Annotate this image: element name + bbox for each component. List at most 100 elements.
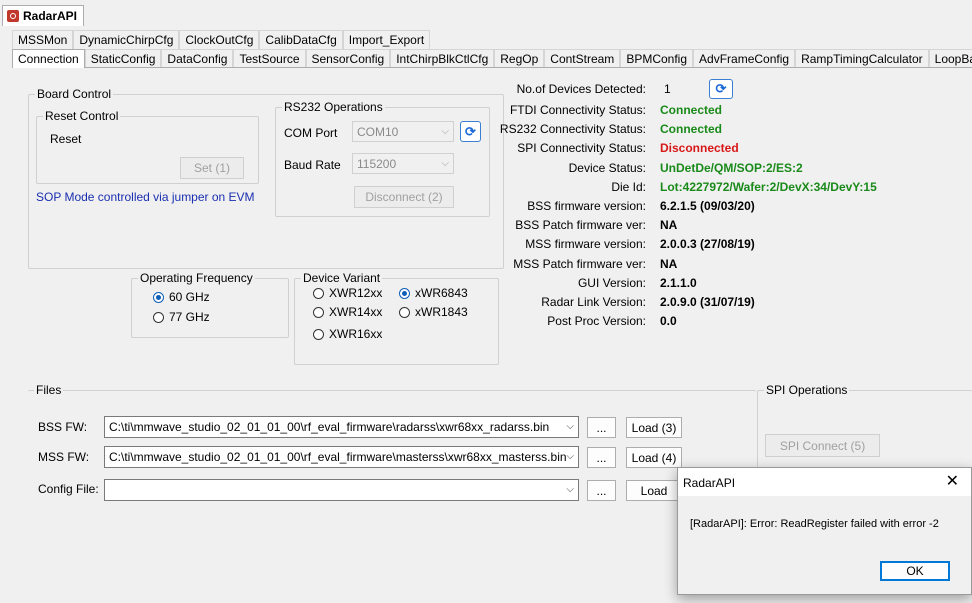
chevron-down-icon: ⌵ xyxy=(566,483,574,495)
disconnect-button[interactable]: Disconnect (2) xyxy=(354,186,454,208)
tab-dataconfig[interactable]: DataConfig xyxy=(161,49,234,68)
reset-control-title: Reset Control xyxy=(43,109,121,123)
board-control-title: Board Control xyxy=(35,87,114,101)
spi-operations-title: SPI Operations xyxy=(764,383,850,397)
status-value: 2.1.1.0 xyxy=(660,275,697,290)
radio-60ghz-label: 60 GHz xyxy=(169,290,210,304)
status-value: Connected xyxy=(660,122,723,137)
bss-fw-select[interactable]: C:\ti\mmwave_studio_02_01_01_00\rf_eval_… xyxy=(104,416,579,438)
status-value: Lot:4227972/Wafer:2/DevX:34/DevY:15 xyxy=(660,179,877,194)
com-refresh-button[interactable]: ⟳ xyxy=(460,121,481,142)
radio-xwr16xx-label: XWR16xx xyxy=(329,327,383,341)
radio-unselected-icon xyxy=(399,306,410,318)
device-variant-title: Device Variant xyxy=(301,271,383,285)
dialog-title: RadarAPI xyxy=(683,476,736,490)
ok-button[interactable]: OK xyxy=(880,561,950,581)
mss-fw-label: MSS FW: xyxy=(38,450,90,464)
radio-selected-icon xyxy=(153,291,164,303)
status-value: 2.0.0.3 (27/08/19) xyxy=(660,237,755,252)
radio-xwr14xx[interactable]: XWR14xx xyxy=(313,305,382,319)
radio-unselected-icon xyxy=(153,311,164,323)
radio-77ghz-label: 77 GHz xyxy=(169,310,210,324)
radio-77ghz[interactable]: 77 GHz xyxy=(153,310,210,324)
radio-unselected-icon xyxy=(313,287,324,299)
radio-unselected-icon xyxy=(313,306,324,318)
mss-fw-select[interactable]: C:\ti\mmwave_studio_02_01_01_00\rf_eval_… xyxy=(104,446,579,468)
tab-mssmon[interactable]: MSSMon xyxy=(12,30,74,49)
config-file-label: Config File: xyxy=(38,482,99,496)
bss-fw-label: BSS FW: xyxy=(38,420,88,434)
tab-regop[interactable]: RegOp xyxy=(494,49,545,68)
bss-load-button[interactable]: Load (3) xyxy=(626,417,682,438)
status-key: GUI Version: xyxy=(577,275,646,290)
close-icon[interactable]: ✕ xyxy=(946,471,959,491)
status-key: Post Proc Version: xyxy=(547,314,646,329)
mss-fw-path: C:\ti\mmwave_studio_02_01_01_00\rf_eval_… xyxy=(109,450,567,464)
radio-xwr1843-label: xWR1843 xyxy=(415,305,468,319)
tab-bpmconfig[interactable]: BPMConfig xyxy=(620,49,694,68)
radio-60ghz[interactable]: 60 GHz xyxy=(153,290,210,304)
files-title: Files xyxy=(34,383,64,397)
spi-connect-button[interactable]: SPI Connect (5) xyxy=(765,434,880,457)
sop-note: SOP Mode controlled via jumper on EVM xyxy=(36,190,255,204)
chevron-down-icon: ⌵ xyxy=(441,125,449,137)
config-file-select[interactable]: ⌵ xyxy=(104,479,579,501)
dialog-title-bar: RadarAPI ✕ xyxy=(678,468,971,496)
status-value: UnDetDe/QM/SOP:2/ES:2 xyxy=(660,160,803,175)
com-port-label: COM Port xyxy=(284,126,338,140)
tab-staticconfig[interactable]: StaticConfig xyxy=(84,49,162,68)
tab-contstream[interactable]: ContStream xyxy=(544,49,621,68)
app-tab[interactable]: RadarAPI xyxy=(2,5,85,26)
tab-intchirpblkctlcfg[interactable]: IntChirpBlkCtlCfg xyxy=(390,49,495,68)
config-browse-button[interactable]: ... xyxy=(587,480,616,501)
mss-browse-button[interactable]: ... xyxy=(587,447,616,468)
refresh-icon: ⟳ xyxy=(465,123,476,139)
app-tab-title: RadarAPI xyxy=(23,9,78,23)
tab-connection[interactable]: Connection xyxy=(12,49,85,68)
tab-calibdatacfg[interactable]: CalibDataCfg xyxy=(259,30,343,49)
operating-frequency-group: Operating Frequency xyxy=(131,271,289,338)
bss-fw-path: C:\ti\mmwave_studio_02_01_01_00\rf_eval_… xyxy=(109,420,550,434)
baud-rate-select[interactable]: 115200 ⌵ xyxy=(352,153,454,174)
tab-sensorconfig[interactable]: SensorConfig xyxy=(305,49,391,68)
tab-ramptimingcalculator[interactable]: RampTimingCalculator xyxy=(795,49,929,68)
status-key: BSS firmware version: xyxy=(527,199,646,213)
com-port-value: COM10 xyxy=(357,124,399,139)
mss-load-button[interactable]: Load (4) xyxy=(626,447,682,468)
tab-row-2: Connection StaticConfig DataConfig TestS… xyxy=(12,49,972,68)
config-load-button[interactable]: Load xyxy=(626,480,682,501)
status-key: BSS Patch firmware ver: xyxy=(515,218,646,233)
baud-rate-label: Baud Rate xyxy=(284,158,341,172)
status-key: Radar Link Version: xyxy=(541,295,646,309)
set-button[interactable]: Set (1) xyxy=(180,157,244,179)
devices-detected-label: No.of Devices Detected: xyxy=(516,82,646,96)
status-key: SPI Connectivity Status: xyxy=(517,141,646,156)
baud-rate-value: 115200 xyxy=(357,156,397,171)
radio-xwr14xx-label: XWR14xx xyxy=(329,305,383,319)
tab-row-1: MSSMon DynamicChirpCfg ClockOutCfg Calib… xyxy=(12,30,431,49)
status-value: 6.2.1.5 (09/03/20) xyxy=(660,199,755,213)
status-value: Connected xyxy=(660,103,723,117)
bss-browse-button[interactable]: ... xyxy=(587,417,616,438)
status-value: 0.0 xyxy=(660,314,677,329)
chevron-down-icon: ⌵ xyxy=(441,157,449,169)
radio-xwr16xx[interactable]: XWR16xx xyxy=(313,327,382,341)
tab-loopback[interactable]: LoopBack xyxy=(928,49,972,68)
tab-import-export[interactable]: Import_Export xyxy=(342,30,431,49)
tab-testsource[interactable]: TestSource xyxy=(233,49,306,68)
tab-advframeconfig[interactable]: AdvFrameConfig xyxy=(693,49,796,68)
tab-dynamicchirpcfg[interactable]: DynamicChirpCfg xyxy=(73,30,180,49)
status-value: NA xyxy=(660,218,678,233)
tab-clockoutcfg[interactable]: ClockOutCfg xyxy=(179,30,260,49)
radio-selected-icon xyxy=(399,287,410,299)
devices-refresh-button[interactable]: ⟳ xyxy=(709,79,733,99)
status-key: FTDI Connectivity Status: xyxy=(509,103,646,117)
radio-xwr6843-label: xWR6843 xyxy=(415,286,468,300)
radio-xwr6843[interactable]: xWR6843 xyxy=(399,286,468,300)
radar-app-icon xyxy=(7,10,19,22)
error-dialog: RadarAPI ✕ [RadarAPI]: Error: ReadRegist… xyxy=(677,467,972,595)
radio-xwr1843[interactable]: xWR1843 xyxy=(399,305,468,319)
radio-xwr12xx[interactable]: XWR12xx xyxy=(313,286,382,300)
status-key: RS232 Connectivity Status: xyxy=(499,122,646,137)
com-port-select[interactable]: COM10 ⌵ xyxy=(352,121,454,142)
